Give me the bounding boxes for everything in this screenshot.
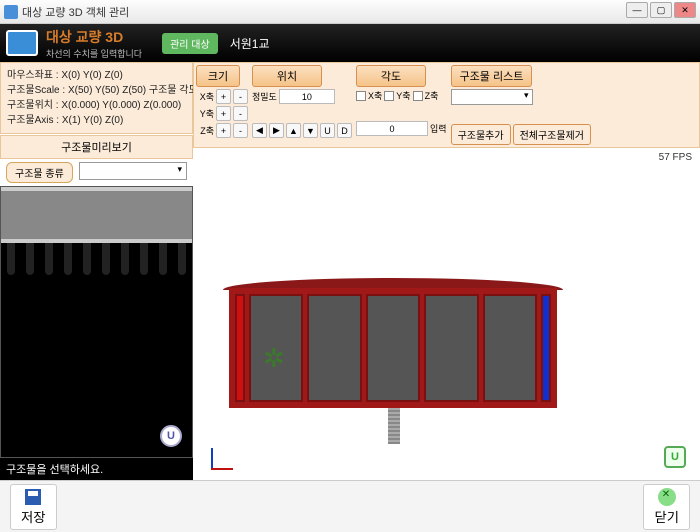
x-minus-button[interactable]: - [233,89,248,104]
angle-input[interactable] [356,121,428,136]
close-icon [658,488,676,506]
z-minus-button[interactable]: - [233,123,248,138]
viewport-u-badge[interactable]: U [664,446,686,468]
control-panel: 크기 X축+- Y축+- Z축+- 위치 정밀도 ◀ ▶ ▲ ▼ U D [193,62,700,148]
manage-target-button[interactable]: 관리 대상 [162,33,218,54]
y-plus-button[interactable]: + [216,106,231,121]
bridge-name-label: 서원1교 [230,35,270,52]
angle-y-checkbox[interactable] [384,91,394,101]
main-3d-viewport[interactable]: 57 FPS U [193,148,700,480]
move-left-button[interactable]: ◀ [252,123,267,138]
bridge-3d-model [223,278,563,408]
angle-header: 각도 [356,65,426,87]
structure-list-header: 구조물 리스트 [451,65,533,87]
input-label: 입력 [430,122,447,135]
monitor-icon [6,30,38,56]
structure-preview-viewport[interactable]: U [0,186,193,458]
preview-header: 구조물미리보기 [0,135,193,159]
precision-input[interactable] [279,89,335,104]
preview-prompt: 구조물을 선택하세요. [0,458,193,480]
y-minus-button[interactable]: - [233,106,248,121]
save-label: 저장 [21,507,46,526]
minimize-button[interactable]: — [626,2,648,18]
preview-u-badge[interactable]: U [160,425,182,447]
footer-bar: 저장 닫기 [0,480,700,532]
close-window-button[interactable]: ✕ [674,2,696,18]
maximize-button[interactable]: ▢ [650,2,672,18]
vegetation-icon [263,343,293,368]
banner-title: 대상 교량 3D [46,27,142,47]
position-header: 위치 [252,65,322,87]
close-label: 닫기 [654,507,679,526]
remove-all-structures-button[interactable]: 전체구조물제거 [513,124,591,145]
bridge-pier [388,408,400,444]
angle-x-checkbox[interactable] [356,91,366,101]
structure-list-dropdown[interactable] [451,89,533,105]
precision-label: 정밀도 [252,90,277,103]
z-axis-label: Z축 [196,124,214,137]
x-plus-button[interactable]: + [216,89,231,104]
fps-counter: 57 FPS [659,152,692,163]
add-structure-button[interactable]: 구조물추가 [451,124,511,145]
move-down-button[interactable]: ▼ [303,123,318,138]
structure-type-button[interactable]: 구조물 종류 [6,162,73,183]
status-readout: 마우스좌표 : X(0) Y(0) Z(0) 구조물Scale : X(50) … [0,62,193,134]
save-icon [24,488,42,506]
save-button[interactable]: 저장 [10,484,57,530]
mouse-coords: 마우스좌표 : X(0) Y(0) Z(0) [7,68,186,83]
angle-z-checkbox[interactable] [413,91,423,101]
structure-axis: 구조물Axis : X(1) Y(0) Z(0) [7,113,186,128]
z-plus-button[interactable]: + [216,123,231,138]
move-right-button[interactable]: ▶ [269,123,284,138]
window-titlebar: 대상 교량 3D 객체 관리 — ▢ ✕ [0,0,700,24]
header-banner: 대상 교량 3D 차선의 수치를 입력합니다 관리 대상 서원1교 [0,24,700,62]
u-button[interactable]: U [320,123,335,138]
d-button[interactable]: D [337,123,352,138]
close-button[interactable]: 닫기 [643,484,690,530]
structure-position: 구조물위치 : X(0.000) Y(0.000) Z(0.000) [7,98,186,113]
banner-subtitle: 차선의 수치를 입력합니다 [46,47,142,60]
structure-scale: 구조물Scale : X(50) Y(50) Z(50) 구조물 각도 : 0 [7,83,186,98]
app-icon [4,5,18,19]
structure-type-dropdown[interactable] [79,162,187,180]
size-header: 크기 [196,65,240,87]
move-up-button[interactable]: ▲ [286,123,301,138]
window-title: 대상 교량 3D 객체 관리 [22,4,129,20]
x-axis-label: X축 [196,90,214,103]
y-axis-label: Y축 [196,107,214,120]
